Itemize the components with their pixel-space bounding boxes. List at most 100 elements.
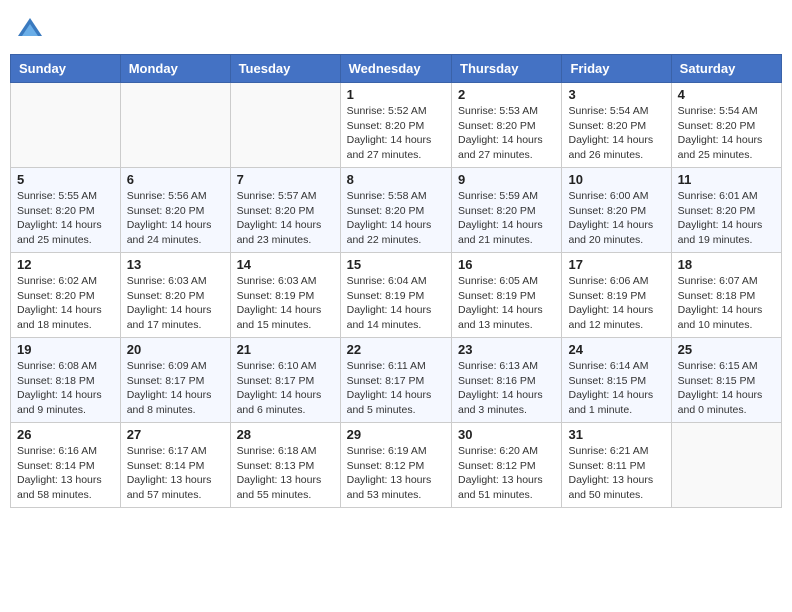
- calendar-cell: 11 Sunrise: 6:01 AMSunset: 8:20 PMDayligh…: [671, 168, 781, 253]
- calendar-cell: 7 Sunrise: 5:57 AMSunset: 8:20 PMDaylight…: [230, 168, 340, 253]
- day-info: Sunrise: 6:00 AMSunset: 8:20 PMDaylight:…: [568, 189, 664, 248]
- calendar-cell: 25 Sunrise: 6:15 AMSunset: 8:15 PMDayligh…: [671, 338, 781, 423]
- calendar-cell: [11, 83, 121, 168]
- day-number: 7: [237, 172, 334, 187]
- calendar-cell: 15Sunrise: 6:04 AMSunset: 8:19 PMDayligh…: [340, 253, 451, 338]
- calendar-cell: 9 Sunrise: 5:59 AMSunset: 8:20 PMDaylight…: [452, 168, 562, 253]
- day-number: 13: [127, 257, 224, 272]
- day-number: 15: [347, 257, 445, 272]
- day-number: 22: [347, 342, 445, 357]
- week-row-2: 5Sunrise: 5:55 AMSunset: 8:20 PMDaylight…: [11, 168, 782, 253]
- calendar-cell: 12Sunrise: 6:02 AMSunset: 8:20 PMDayligh…: [11, 253, 121, 338]
- day-info: Sunrise: 6:17 AMSunset: 8:14 PMDaylight:…: [127, 444, 224, 503]
- calendar-cell: 13 Sunrise: 6:03 AMSunset: 8:20 PMDayligh…: [120, 253, 230, 338]
- day-info: Sunrise: 5:54 AMSunset: 8:20 PMDaylight:…: [678, 104, 775, 163]
- calendar-cell: 31 Sunrise: 6:21 AMSunset: 8:11 PMDayligh…: [562, 423, 671, 508]
- calendar-cell: 3Sunrise: 5:54 AMSunset: 8:20 PMDaylight…: [562, 83, 671, 168]
- day-info: Sunrise: 6:05 AMSunset: 8:19 PMDaylight:…: [458, 274, 555, 333]
- calendar-cell: [230, 83, 340, 168]
- day-number: 4: [678, 87, 775, 102]
- day-number: 17: [568, 257, 664, 272]
- day-info: Sunrise: 6:03 AMSunset: 8:20 PMDaylight:…: [127, 274, 224, 333]
- calendar-cell: 5Sunrise: 5:55 AMSunset: 8:20 PMDaylight…: [11, 168, 121, 253]
- week-row-3: 12Sunrise: 6:02 AMSunset: 8:20 PMDayligh…: [11, 253, 782, 338]
- day-number: 1: [347, 87, 445, 102]
- weekday-header-thursday: Thursday: [452, 55, 562, 83]
- day-info: Sunrise: 5:52 AMSunset: 8:20 PMDaylight:…: [347, 104, 445, 163]
- calendar-cell: 21 Sunrise: 6:10 AMSunset: 8:17 PMDayligh…: [230, 338, 340, 423]
- calendar-cell: 27 Sunrise: 6:17 AMSunset: 8:14 PMDayligh…: [120, 423, 230, 508]
- day-info: Sunrise: 6:07 AMSunset: 8:18 PMDaylight:…: [678, 274, 775, 333]
- day-info: Sunrise: 6:21 AMSunset: 8:11 PMDaylight:…: [568, 444, 664, 503]
- day-number: 11: [678, 172, 775, 187]
- weekday-header-wednesday: Wednesday: [340, 55, 451, 83]
- logo: [16, 14, 48, 42]
- calendar-cell: 4 Sunrise: 5:54 AMSunset: 8:20 PMDaylight…: [671, 83, 781, 168]
- calendar-cell: [671, 423, 781, 508]
- calendar-cell: 23 Sunrise: 6:13 AMSunset: 8:16 PMDayligh…: [452, 338, 562, 423]
- calendar-cell: 30 Sunrise: 6:20 AMSunset: 8:12 PMDayligh…: [452, 423, 562, 508]
- day-number: 25: [678, 342, 775, 357]
- day-info: Sunrise: 6:11 AMSunset: 8:17 PMDaylight:…: [347, 359, 445, 418]
- calendar-cell: 22 Sunrise: 6:11 AMSunset: 8:17 PMDayligh…: [340, 338, 451, 423]
- calendar-cell: 10 Sunrise: 6:00 AMSunset: 8:20 PMDayligh…: [562, 168, 671, 253]
- calendar-cell: 24 Sunrise: 6:14 AMSunset: 8:15 PMDayligh…: [562, 338, 671, 423]
- day-number: 21: [237, 342, 334, 357]
- day-info: Sunrise: 6:19 AMSunset: 8:12 PMDaylight:…: [347, 444, 445, 503]
- day-info: Sunrise: 6:08 AMSunset: 8:18 PMDaylight:…: [17, 359, 114, 418]
- page-header: [10, 10, 782, 46]
- weekday-header-tuesday: Tuesday: [230, 55, 340, 83]
- day-number: 8: [347, 172, 445, 187]
- day-info: Sunrise: 5:57 AMSunset: 8:20 PMDaylight:…: [237, 189, 334, 248]
- day-info: Sunrise: 6:16 AMSunset: 8:14 PMDaylight:…: [17, 444, 114, 503]
- day-info: Sunrise: 6:06 AMSunset: 8:19 PMDaylight:…: [568, 274, 664, 333]
- day-number: 9: [458, 172, 555, 187]
- calendar-cell: 17 Sunrise: 6:06 AMSunset: 8:19 PMDayligh…: [562, 253, 671, 338]
- day-number: 6: [127, 172, 224, 187]
- day-number: 23: [458, 342, 555, 357]
- day-info: Sunrise: 6:20 AMSunset: 8:12 PMDaylight:…: [458, 444, 555, 503]
- week-row-4: 19 Sunrise: 6:08 AMSunset: 8:18 PMDayligh…: [11, 338, 782, 423]
- day-info: Sunrise: 5:53 AMSunset: 8:20 PMDaylight:…: [458, 104, 555, 163]
- day-info: Sunrise: 5:56 AMSunset: 8:20 PMDaylight:…: [127, 189, 224, 248]
- calendar-cell: 14Sunrise: 6:03 AMSunset: 8:19 PMDayligh…: [230, 253, 340, 338]
- weekday-header-saturday: Saturday: [671, 55, 781, 83]
- day-info: Sunrise: 6:14 AMSunset: 8:15 PMDaylight:…: [568, 359, 664, 418]
- calendar-table: SundayMondayTuesdayWednesdayThursdayFrid…: [10, 54, 782, 508]
- calendar-cell: 29 Sunrise: 6:19 AMSunset: 8:12 PMDayligh…: [340, 423, 451, 508]
- day-info: Sunrise: 6:15 AMSunset: 8:15 PMDaylight:…: [678, 359, 775, 418]
- weekday-header-row: SundayMondayTuesdayWednesdayThursdayFrid…: [11, 55, 782, 83]
- day-number: 5: [17, 172, 114, 187]
- week-row-5: 26 Sunrise: 6:16 AMSunset: 8:14 PMDayligh…: [11, 423, 782, 508]
- day-number: 30: [458, 427, 555, 442]
- calendar-cell: 6 Sunrise: 5:56 AMSunset: 8:20 PMDaylight…: [120, 168, 230, 253]
- day-number: 20: [127, 342, 224, 357]
- day-info: Sunrise: 6:10 AMSunset: 8:17 PMDaylight:…: [237, 359, 334, 418]
- day-number: 16: [458, 257, 555, 272]
- day-number: 2: [458, 87, 555, 102]
- calendar-cell: 28Sunrise: 6:18 AMSunset: 8:13 PMDayligh…: [230, 423, 340, 508]
- day-info: Sunrise: 5:59 AMSunset: 8:20 PMDaylight:…: [458, 189, 555, 248]
- day-number: 26: [17, 427, 114, 442]
- day-number: 19: [17, 342, 114, 357]
- day-info: Sunrise: 6:01 AMSunset: 8:20 PMDaylight:…: [678, 189, 775, 248]
- day-number: 12: [17, 257, 114, 272]
- weekday-header-sunday: Sunday: [11, 55, 121, 83]
- day-number: 31: [568, 427, 664, 442]
- calendar-cell: [120, 83, 230, 168]
- calendar-cell: 1 Sunrise: 5:52 AMSunset: 8:20 PMDaylight…: [340, 83, 451, 168]
- day-number: 27: [127, 427, 224, 442]
- day-info: Sunrise: 5:54 AMSunset: 8:20 PMDaylight:…: [568, 104, 664, 163]
- day-info: Sunrise: 6:03 AMSunset: 8:19 PMDaylight:…: [237, 274, 334, 333]
- calendar-cell: 20Sunrise: 6:09 AMSunset: 8:17 PMDayligh…: [120, 338, 230, 423]
- day-info: Sunrise: 5:58 AMSunset: 8:20 PMDaylight:…: [347, 189, 445, 248]
- day-info: Sunrise: 6:13 AMSunset: 8:16 PMDaylight:…: [458, 359, 555, 418]
- day-number: 24: [568, 342, 664, 357]
- day-number: 10: [568, 172, 664, 187]
- calendar-cell: 18 Sunrise: 6:07 AMSunset: 8:18 PMDayligh…: [671, 253, 781, 338]
- day-number: 18: [678, 257, 775, 272]
- calendar-cell: 2 Sunrise: 5:53 AMSunset: 8:20 PMDaylight…: [452, 83, 562, 168]
- calendar-cell: 16 Sunrise: 6:05 AMSunset: 8:19 PMDayligh…: [452, 253, 562, 338]
- logo-icon: [16, 14, 44, 42]
- day-number: 29: [347, 427, 445, 442]
